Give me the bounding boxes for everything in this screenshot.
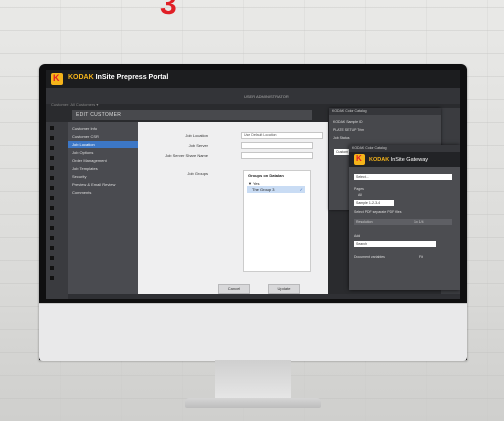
gateway-select-value: Select...	[356, 175, 369, 179]
dialog-a-line1: KODAK Sample ID	[333, 120, 363, 124]
document-variables-label: Document variables	[354, 255, 385, 259]
edit-form: Job Location Use Default Location Job Se…	[138, 122, 328, 295]
check-icon: ✓	[299, 187, 303, 192]
page-title: EDIT CUSTOMER	[76, 112, 122, 118]
dialog-a-title: KODAK Color Catalog	[329, 108, 441, 115]
gateway-kodak: KODAK	[369, 157, 390, 163]
monitor-foot	[185, 398, 321, 408]
app-title: KODAK InSite Prepress Portal	[68, 74, 168, 81]
page-title-bar: EDIT CUSTOMER	[72, 110, 312, 120]
group-row-label: The Group 3	[252, 187, 275, 192]
strip-icon[interactable]	[50, 186, 54, 190]
group-row-selected[interactable]: The Group 3 ✓	[247, 186, 305, 193]
sidebar-item-customer-csr[interactable]: Customer CSR	[72, 134, 99, 139]
strip-icon[interactable]	[50, 156, 54, 160]
strip-icon[interactable]	[50, 146, 54, 150]
top-bar: KODAK InSite Prepress Portal	[46, 70, 460, 88]
job-location-label: Job Location	[185, 133, 208, 138]
kodak-logo-icon	[51, 73, 63, 85]
add-search-input[interactable]: Search	[354, 241, 436, 247]
job-server-input[interactable]	[241, 142, 313, 149]
job-groups-label: Job Groups	[187, 171, 208, 176]
resolution-value: 1x 1/4	[414, 220, 424, 224]
dialog-a-line3: Job Status	[333, 136, 350, 140]
strip-icon[interactable]	[50, 256, 54, 260]
job-location-value: Use Default Location	[244, 133, 277, 137]
app-screen: KODAK InSite Prepress Portal USER ADMINI…	[46, 70, 460, 299]
groups-header: Groups on Datalan	[248, 173, 284, 178]
job-server-share-input[interactable]	[241, 152, 313, 159]
gateway-select[interactable]: Select...	[354, 174, 452, 180]
strip-icon[interactable]	[50, 136, 54, 140]
strip-icon[interactable]	[50, 276, 54, 280]
job-location-select[interactable]: Use Default Location	[241, 132, 323, 139]
sample-value: Sample 1-2-3-4	[356, 201, 381, 205]
separate-pdf-checkbox[interactable]: Select PDF separate PDF files	[354, 210, 401, 214]
job-server-label: Job Server	[188, 143, 208, 148]
gateway-dialog: KODAK Color Catalog KODAK InSite Gateway…	[349, 145, 460, 290]
sidebar-item-comments[interactable]: Comments	[72, 190, 91, 195]
red-decoration: 3	[160, 0, 179, 21]
sidebar-item-job-location[interactable]: Job Location	[68, 141, 138, 148]
strip-icon[interactable]	[50, 216, 54, 220]
sidebar-item-order-management[interactable]: Order Management	[72, 158, 107, 163]
sidebar-item-job-templates[interactable]: Job Templates	[72, 166, 98, 171]
user-menu[interactable]: USER ADMINISTRATOR	[244, 94, 289, 99]
cancel-button[interactable]: Cancel	[218, 284, 250, 294]
sidebar-item-customer-info[interactable]: Customer Info	[72, 126, 97, 131]
job-groups-list[interactable]: Groups on Datalan ▼ Yes The Group 3 ✓	[243, 170, 311, 272]
strip-icon[interactable]	[50, 246, 54, 250]
kodak-logo-icon	[354, 154, 365, 165]
left-icon-strip	[46, 122, 68, 299]
sidebar-item-job-options[interactable]: Job Options	[72, 150, 93, 155]
resolution-label: Resolution	[356, 220, 373, 224]
strip-icon[interactable]	[50, 206, 54, 210]
add-search-value: Search	[356, 242, 368, 246]
sidebar: Customer Info Customer CSR Job Location …	[68, 122, 138, 299]
brand-product: InSite Prepress Portal	[95, 74, 169, 81]
breadcrumb[interactable]: Customer: All Customers ▾	[51, 102, 98, 107]
brand-kodak: KODAK	[68, 74, 94, 81]
sidebar-item-label: Job Location	[72, 142, 95, 147]
strip-icon[interactable]	[50, 226, 54, 230]
strip-icon[interactable]	[50, 166, 54, 170]
gateway-title: KODAK InSite Gateway	[369, 157, 428, 163]
strip-icon[interactable]	[50, 236, 54, 240]
strip-icon[interactable]	[50, 266, 54, 270]
bottom-strip	[68, 294, 460, 299]
add-label: Add	[354, 234, 361, 238]
gateway-name: InSite Gateway	[390, 157, 428, 163]
dialog-a-line2[interactable]: PLATE SETUP Trim	[333, 128, 364, 132]
strip-icon[interactable]	[50, 126, 54, 130]
monitor-stand	[215, 360, 291, 402]
sidebar-item-security[interactable]: Security	[72, 174, 86, 179]
update-button[interactable]: Update	[268, 284, 300, 294]
job-server-share-label: Job Server Share Name	[165, 153, 208, 158]
dialog-b-title: KODAK Color Catalog	[349, 145, 460, 152]
strip-icon[interactable]	[50, 176, 54, 180]
pages-all-option[interactable]: All	[358, 193, 362, 197]
sidebar-item-preview-email[interactable]: Preview & Email Review	[72, 182, 115, 187]
document-variables-value[interactable]: Fit	[419, 255, 423, 259]
resolution-field[interactable]: Resolution 1x 1/4	[354, 219, 452, 225]
sample-input[interactable]: Sample 1-2-3-4	[354, 200, 394, 206]
strip-icon[interactable]	[50, 196, 54, 200]
pages-label: Pages	[354, 187, 364, 191]
monitor-chin	[39, 303, 467, 361]
